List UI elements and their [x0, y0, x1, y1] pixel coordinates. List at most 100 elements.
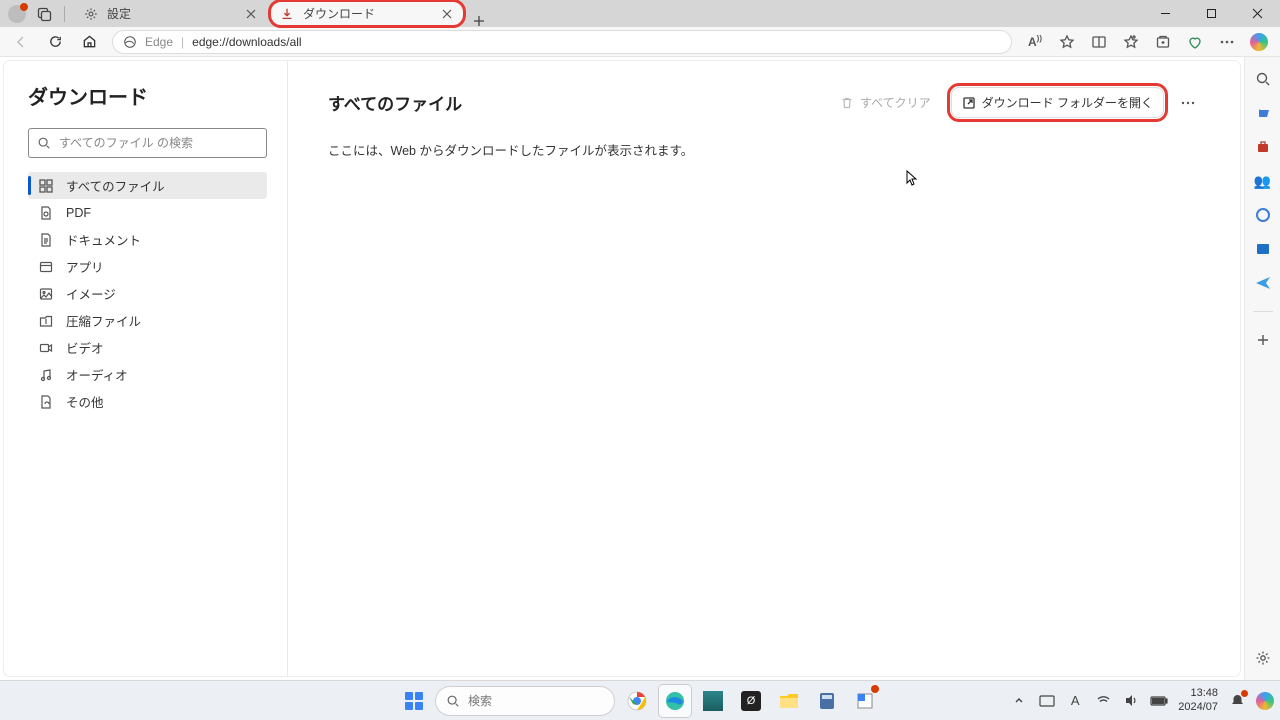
close-icon[interactable]: [439, 6, 455, 22]
add-icon[interactable]: [1253, 330, 1273, 350]
favorite-button[interactable]: [1052, 27, 1082, 57]
search-icon: [37, 136, 51, 150]
titlebar: 設定 ダウンロード: [0, 0, 1280, 27]
open-folder-button[interactable]: ダウンロード フォルダーを開く: [951, 87, 1164, 118]
nav-compressed[interactable]: 圧縮ファイル: [28, 307, 267, 334]
grid-icon: [38, 178, 54, 194]
ime-icon[interactable]: A: [1066, 692, 1084, 710]
gear-icon[interactable]: [1253, 648, 1273, 668]
split-screen-button[interactable]: [1084, 27, 1114, 57]
minimize-button[interactable]: [1142, 0, 1188, 27]
home-button[interactable]: [74, 27, 104, 57]
maximize-button[interactable]: [1188, 0, 1234, 27]
open-external-icon: [962, 96, 976, 110]
more-menu-button[interactable]: [1176, 91, 1200, 115]
battery-icon[interactable]: [1150, 692, 1168, 710]
workspaces-icon[interactable]: [36, 5, 54, 23]
wifi-icon[interactable]: [1094, 692, 1112, 710]
nav-audio[interactable]: オーディオ: [28, 361, 267, 388]
nav-label: すべてのファイル: [66, 176, 165, 195]
office-icon[interactable]: [1253, 205, 1273, 225]
new-tab-button[interactable]: [465, 15, 493, 27]
app1-icon[interactable]: [697, 685, 729, 717]
tab-downloads[interactable]: ダウンロード: [269, 0, 465, 27]
tools-icon[interactable]: [1253, 137, 1273, 157]
send-icon[interactable]: [1253, 273, 1273, 293]
trash-icon: [840, 96, 854, 110]
downloads-main: すべてのファイル すべてクリア ダウンロード フォルダーを開く ここには、Web…: [288, 61, 1240, 676]
edge-icon: [123, 35, 137, 49]
people-icon[interactable]: 👥: [1253, 171, 1273, 191]
taskbar: 検索 Ø A 13:48 2024/07: [0, 680, 1280, 720]
search-field[interactable]: [59, 136, 258, 150]
page-title: ダウンロード: [28, 81, 267, 110]
nav-label: イメージ: [66, 284, 116, 303]
search-input[interactable]: [28, 128, 267, 158]
nav-all-files[interactable]: すべてのファイル: [28, 172, 267, 199]
image-icon: [38, 286, 54, 302]
nav-video[interactable]: ビデオ: [28, 334, 267, 361]
tab-strip: 設定 ダウンロード: [73, 0, 493, 27]
empty-message: ここには、Web からダウンロードしたファイルが表示されます。: [328, 140, 1200, 159]
keyboard-icon[interactable]: [1038, 692, 1056, 710]
nav-pdf[interactable]: PDF: [28, 199, 267, 226]
nav-label: 圧縮ファイル: [66, 311, 141, 330]
close-button[interactable]: [1234, 0, 1280, 27]
copilot-button[interactable]: [1244, 27, 1274, 57]
address-brand: Edge: [145, 35, 173, 49]
pdf-icon: [38, 205, 54, 221]
app2-icon[interactable]: Ø: [735, 685, 767, 717]
calculator-icon[interactable]: [811, 685, 843, 717]
tab-label: 設定: [107, 5, 131, 22]
more-button[interactable]: [1212, 27, 1242, 57]
nav-documents[interactable]: ドキュメント: [28, 226, 267, 253]
clock[interactable]: 13:48 2024/07: [1178, 687, 1218, 713]
nav-apps[interactable]: アプリ: [28, 253, 267, 280]
copilot-pre-icon[interactable]: [1256, 692, 1274, 710]
downloads-sidebar: ダウンロード すべてのファイル PDF ドキュメント: [4, 61, 288, 676]
shopping-icon[interactable]: [1253, 103, 1273, 123]
tray-chevron-icon[interactable]: [1010, 692, 1028, 710]
back-button[interactable]: [6, 27, 36, 57]
audio-icon: [38, 367, 54, 383]
zip-icon: [38, 313, 54, 329]
start-button[interactable]: [399, 686, 429, 716]
explorer-icon[interactable]: [773, 685, 805, 717]
profile-avatar[interactable]: [8, 5, 26, 23]
edge-icon[interactable]: [659, 685, 691, 717]
outlook-icon[interactable]: [1253, 239, 1273, 259]
toolbar: Edge | edge://downloads/all A)): [0, 27, 1280, 57]
nav-label: アプリ: [66, 257, 104, 276]
main-heading: すべてのファイル: [328, 90, 820, 115]
window-controls: [1142, 0, 1280, 27]
volume-icon[interactable]: [1122, 692, 1140, 710]
doc-icon: [38, 232, 54, 248]
taskbar-search[interactable]: 検索: [435, 686, 615, 716]
tab-settings[interactable]: 設定: [73, 0, 269, 27]
address-bar[interactable]: Edge | edge://downloads/all: [112, 30, 1012, 54]
nav-label: ドキュメント: [66, 230, 141, 249]
nav-images[interactable]: イメージ: [28, 280, 267, 307]
gear-icon: [83, 6, 99, 22]
search-icon[interactable]: [1253, 69, 1273, 89]
download-icon: [279, 6, 295, 22]
nav-other[interactable]: その他: [28, 388, 267, 415]
notifications-icon[interactable]: [1228, 692, 1246, 710]
read-aloud-button[interactable]: A)): [1020, 27, 1050, 57]
collections-button[interactable]: [1148, 27, 1178, 57]
favorites-button[interactable]: [1116, 27, 1146, 57]
refresh-button[interactable]: [40, 27, 70, 57]
chrome-icon[interactable]: [621, 685, 653, 717]
search-icon: [446, 694, 460, 708]
nav-label: ビデオ: [66, 338, 104, 357]
content: ダウンロード すべてのファイル PDF ドキュメント: [0, 57, 1244, 680]
app3-icon[interactable]: [849, 685, 881, 717]
close-icon[interactable]: [243, 6, 259, 22]
nav-label: その他: [66, 392, 104, 411]
video-icon: [38, 340, 54, 356]
other-icon: [38, 394, 54, 410]
clear-all-button[interactable]: すべてクリア: [832, 90, 939, 115]
nav-label: PDF: [66, 206, 91, 220]
extensions-button[interactable]: [1180, 27, 1210, 57]
address-url: edge://downloads/all: [192, 35, 301, 49]
